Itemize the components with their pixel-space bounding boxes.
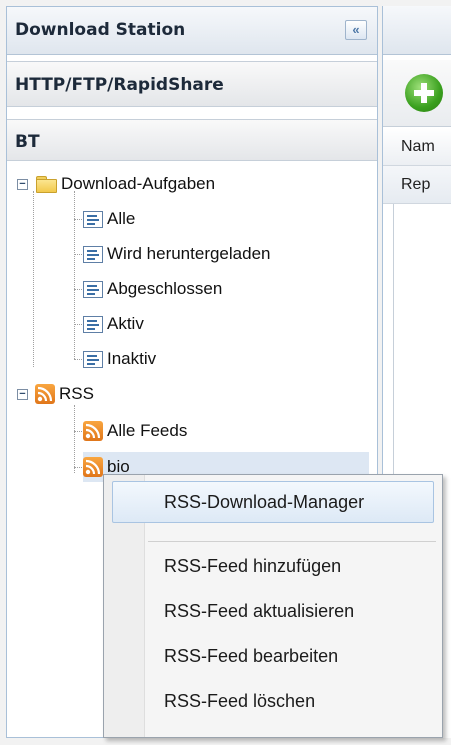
tree-item-active[interactable]: Aktiv <box>83 309 144 339</box>
panel-title: Download Station <box>15 20 186 40</box>
tree-label: Alle <box>107 209 136 228</box>
context-menu: RSS-Download-Manager RSS-Feed hinzufügen… <box>103 474 443 738</box>
section-http-ftp-rapidshare[interactable]: HTTP/FTP/RapidShare <box>7 61 377 107</box>
tree-label: RSS <box>59 384 94 403</box>
menu-item-refresh-feed[interactable]: RSS-Feed aktualisieren <box>112 590 434 632</box>
collapse-toggle-icon[interactable]: − <box>17 389 28 400</box>
rss-icon <box>83 421 103 441</box>
tree-connector <box>74 405 75 473</box>
menu-separator <box>148 541 436 542</box>
tree-node-download-tasks[interactable]: − Download-Aufgaben <box>17 169 215 199</box>
tree-item-inactive[interactable]: Inaktiv <box>83 344 156 374</box>
tree-connector <box>74 191 75 359</box>
column-header-name[interactable]: Nam <box>383 128 451 166</box>
collapse-panel-button[interactable]: « <box>345 20 367 40</box>
toolbar <box>383 60 451 127</box>
list-icon <box>83 210 103 228</box>
tree-node-rss[interactable]: − RSS <box>17 379 94 409</box>
menu-item-add-feed[interactable]: RSS-Feed hinzufügen <box>112 545 434 587</box>
tree-connector <box>33 191 34 367</box>
table-row[interactable]: Rep <box>383 166 451 204</box>
tree-label: Alle Feeds <box>107 421 188 440</box>
menu-item-edit-feed[interactable]: RSS-Feed bearbeiten <box>112 635 434 677</box>
tree-label: Aktiv <box>107 314 144 333</box>
menu-item-delete-feed[interactable]: RSS-Feed löschen <box>112 680 434 722</box>
tree-label: Abgeschlossen <box>107 279 223 298</box>
tree-label: Wird heruntergeladen <box>107 244 271 263</box>
list-icon <box>83 245 103 263</box>
list-icon <box>83 280 103 298</box>
section-http-label: HTTP/FTP/RapidShare <box>15 75 224 95</box>
collapse-toggle-icon[interactable]: − <box>17 179 28 190</box>
tree-item-all-feeds[interactable]: Alle Feeds <box>83 416 187 446</box>
section-bt-label: BT <box>15 132 40 152</box>
tree-label: Download-Aufgaben <box>61 174 216 193</box>
rss-icon <box>35 384 55 404</box>
task-tree: − Download-Aufgaben Alle Wird herunterge… <box>7 161 377 482</box>
tree-item-downloading[interactable]: Wird heruntergeladen <box>83 239 270 269</box>
tree-label: Inaktiv <box>107 349 157 368</box>
menu-item-rss-download-manager[interactable]: RSS-Download-Manager <box>112 481 434 523</box>
right-title-bar <box>383 6 451 55</box>
list-icon <box>83 350 103 368</box>
panel-title-bar: Download Station « <box>7 7 377 55</box>
folder-icon <box>35 176 57 193</box>
tree-item-alle[interactable]: Alle <box>83 204 135 234</box>
add-circle-icon[interactable] <box>405 74 443 112</box>
grid-divider <box>393 204 394 478</box>
app-frame: Download Station « HTTP/FTP/RapidShare B… <box>0 0 451 745</box>
section-bt[interactable]: BT <box>7 119 377 161</box>
tree-item-completed[interactable]: Abgeschlossen <box>83 274 222 304</box>
list-icon <box>83 315 103 333</box>
rss-icon <box>83 457 103 477</box>
